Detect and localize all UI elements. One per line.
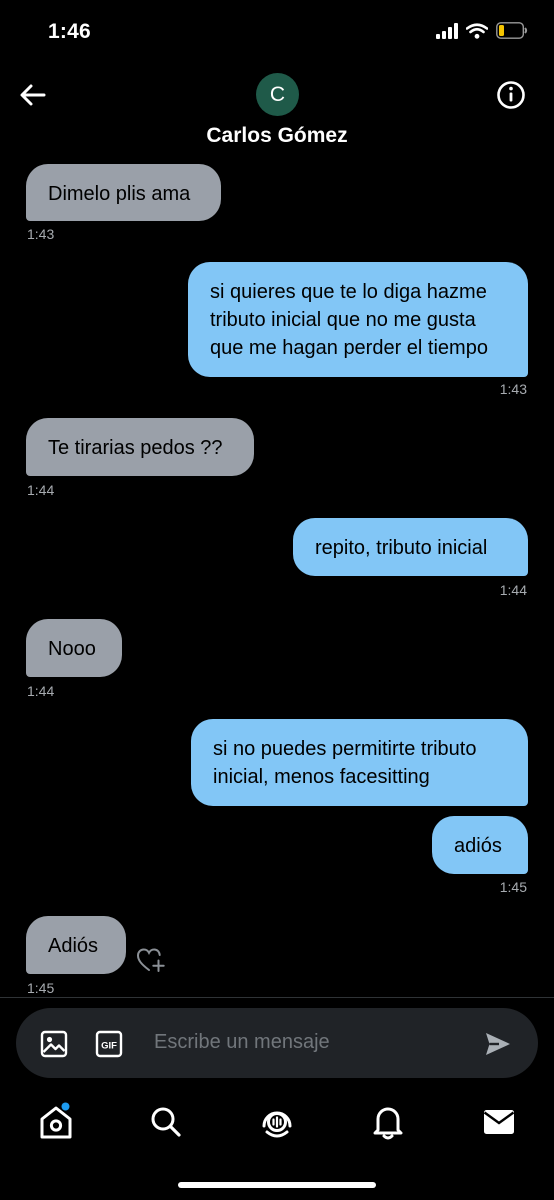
message-time: 1:44 <box>499 582 527 598</box>
status-icons <box>436 22 528 39</box>
message-bubble-incoming[interactable]: Adiós <box>26 916 126 974</box>
message-input[interactable]: Escribe un mensaje <box>154 1031 330 1054</box>
info-icon[interactable] <box>494 78 528 112</box>
home-indicator <box>178 1182 376 1188</box>
message-time: 1:44 <box>27 482 55 498</box>
signal-icon <box>436 22 458 39</box>
message-bubble-outgoing[interactable]: adiós <box>432 816 528 874</box>
gif-icon[interactable]: GIF <box>95 1030 123 1058</box>
bell-icon[interactable] <box>368 1102 408 1142</box>
spaces-icon[interactable] <box>257 1102 297 1142</box>
divider <box>0 997 554 998</box>
battery-icon <box>496 22 528 39</box>
contact-name[interactable]: Carlos Gómez <box>0 124 554 148</box>
back-arrow-icon[interactable] <box>16 78 50 112</box>
message-bubble-incoming[interactable]: Dimelo plis ama <box>26 164 221 221</box>
svg-text:GIF: GIF <box>101 1040 117 1051</box>
heart-plus-icon[interactable] <box>136 946 166 974</box>
message-bubble-outgoing[interactable]: si no puedes permitirte tributo inicial,… <box>191 719 528 806</box>
home-icon[interactable] <box>36 1102 76 1142</box>
avatar-initial: C <box>269 82 286 106</box>
message-bubble-outgoing[interactable]: si quieres que te lo diga hazme tributo … <box>188 262 528 377</box>
image-icon[interactable] <box>40 1030 68 1058</box>
message-bubble-outgoing[interactable]: repito, tributo inicial <box>293 518 528 576</box>
message-time: 1:43 <box>499 381 527 397</box>
message-bubble-incoming[interactable]: Te tirarias pedos ?? <box>26 418 254 476</box>
message-time: 1:43 <box>27 226 55 242</box>
avatar[interactable]: C <box>256 73 299 116</box>
send-icon[interactable] <box>484 1031 512 1057</box>
mail-icon[interactable] <box>479 1102 519 1142</box>
message-bubble-incoming[interactable]: Nooo <box>26 619 122 677</box>
message-time: 1:45 <box>499 879 527 895</box>
wifi-icon <box>466 22 488 39</box>
status-time: 1:46 <box>48 20 91 43</box>
search-icon[interactable] <box>146 1102 186 1142</box>
message-time: 1:44 <box>27 683 55 699</box>
message-time: 1:45 <box>27 980 55 996</box>
